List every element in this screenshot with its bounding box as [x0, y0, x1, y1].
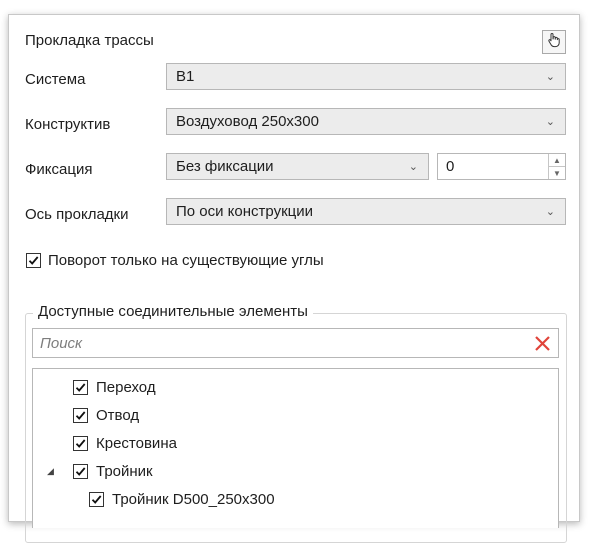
rotation-checkbox-label: Поворот только на существующие углы	[48, 252, 324, 269]
rotation-checkbox[interactable]	[26, 253, 41, 268]
clear-search-icon[interactable]	[534, 335, 551, 356]
tree-item-label: Отвод	[96, 407, 140, 424]
tree-item-perekhod[interactable]: Переход	[73, 379, 156, 396]
tree-item-label: Тройник D500_250x300	[112, 491, 275, 508]
rotation-checkbox-row[interactable]: Поворот только на существующие углы	[26, 252, 324, 269]
checkmark-icon	[91, 495, 102, 504]
tree-item-checkbox[interactable]	[73, 380, 88, 395]
checkmark-icon	[75, 439, 86, 448]
chevron-down-icon: ⌄	[408, 161, 418, 173]
tree-item-checkbox[interactable]	[73, 464, 88, 479]
checkmark-icon	[75, 467, 86, 476]
tree-item-checkbox[interactable]	[73, 408, 88, 423]
route-panel: Прокладка трассы Система В1 ⌄ Конструкти…	[8, 14, 580, 543]
tree-item-label: Тройник	[96, 463, 153, 480]
system-select-value: В1	[176, 68, 195, 85]
checkmark-icon	[75, 411, 86, 420]
panel-title: Прокладка трассы	[25, 32, 154, 49]
tree-item-checkbox[interactable]	[73, 436, 88, 451]
search-box[interactable]	[32, 328, 559, 358]
number-spinner[interactable]: ▲ ▼	[548, 154, 565, 179]
system-label: Система	[25, 71, 86, 88]
fixation-number-input[interactable]: 0 ▲ ▼	[437, 153, 566, 180]
hand-pointer-icon	[546, 32, 562, 52]
system-select[interactable]: В1 ⌄	[166, 63, 566, 90]
tree-item-checkbox[interactable]	[89, 492, 104, 507]
search-input[interactable]	[40, 334, 500, 352]
tree-item-troynik-d500[interactable]: Тройник D500_250x300	[89, 491, 275, 508]
fixation-select-value: Без фиксации	[176, 158, 274, 175]
chevron-down-icon: ⌄	[545, 206, 555, 218]
chevron-down-icon: ⌄	[545, 71, 555, 83]
construct-select-value: Воздуховод 250x300	[176, 113, 319, 130]
connectors-tree: Переход Отвод Крестовина ◢ Тройник Тройн…	[32, 368, 559, 528]
fixation-label: Фиксация	[25, 161, 93, 178]
checkmark-icon	[75, 383, 86, 392]
pick-route-button[interactable]	[542, 30, 566, 54]
fixation-number-value: 0	[446, 158, 455, 175]
chevron-down-icon: ⌄	[545, 116, 555, 128]
tree-item-krestovina[interactable]: Крестовина	[73, 435, 177, 452]
tree-item-label: Крестовина	[96, 435, 177, 452]
axis-select[interactable]: По оси конструкции ⌄	[166, 198, 566, 225]
axis-label: Ось прокладки	[25, 206, 129, 223]
spin-up-icon[interactable]: ▲	[549, 154, 565, 167]
connectors-group-title: Доступные соединительные элементы	[33, 303, 313, 320]
tree-item-troynik[interactable]: Тройник	[73, 463, 153, 480]
fixation-select[interactable]: Без фиксации ⌄	[166, 153, 429, 180]
spin-down-icon[interactable]: ▼	[549, 167, 565, 179]
axis-select-value: По оси конструкции	[176, 203, 313, 220]
tree-item-label: Переход	[96, 379, 156, 396]
tree-item-otvod[interactable]: Отвод	[73, 407, 139, 424]
construct-label: Конструктив	[25, 116, 111, 133]
construct-select[interactable]: Воздуховод 250x300 ⌄	[166, 108, 566, 135]
checkmark-icon	[28, 256, 39, 265]
expanded-triangle-icon[interactable]: ◢	[47, 466, 54, 477]
